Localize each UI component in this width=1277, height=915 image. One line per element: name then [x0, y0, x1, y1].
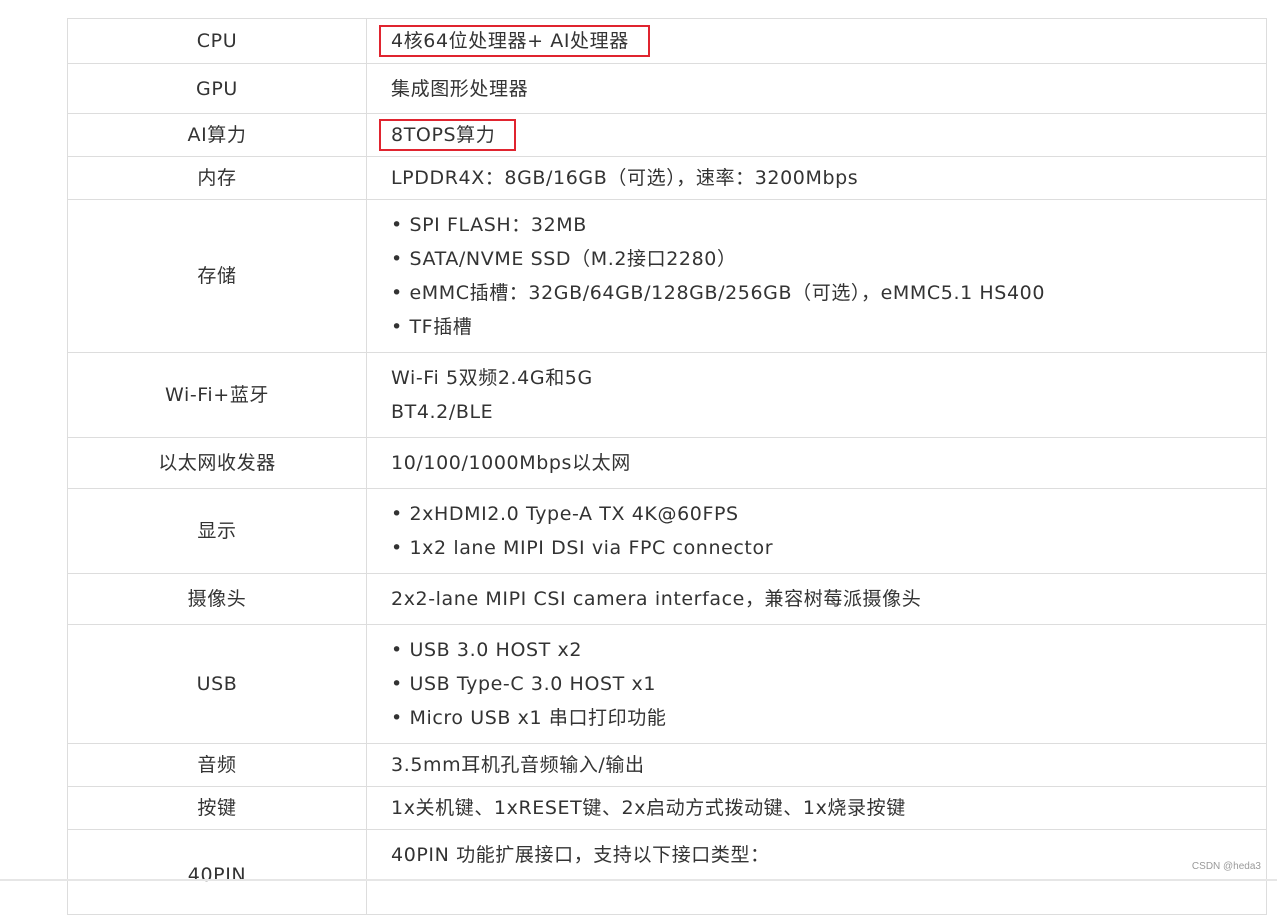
cell-text: BT4.2/BLE [391, 401, 494, 423]
list-item: SATA/NVME SSD（M.2接口2280） [391, 242, 1265, 276]
table-row: 以太网收发器 10/100/1000Mbps以太网 [67, 437, 1267, 489]
cell-text: 集成图形处理器 [391, 77, 529, 100]
highlight-box: 8TOPS算力 [379, 119, 517, 151]
list-item: eMMC插槽：32GB/64GB/128GB/256GB（可选），eMMC5.1… [391, 276, 1265, 310]
row-label: Wi-Fi+蓝牙 [67, 352, 367, 438]
row-label: 摄像头 [67, 573, 367, 625]
list-item: SPI FLASH：32MB [391, 208, 1265, 242]
row-label: 以太网收发器 [67, 437, 367, 489]
row-label: 40PIN [67, 829, 367, 915]
table-row: 按键 1x关机键、1xRESET键、2x启动方式拨动键、1x烧录按键 [67, 786, 1267, 830]
table-row: 显示 2xHDMI2.0 Type-A TX 4K@60FPS 1x2 lane… [67, 488, 1267, 574]
cell-text: Wi-Fi 5双频2.4G和5G [391, 367, 593, 389]
row-label: 显示 [67, 488, 367, 574]
table-row: USB USB 3.0 HOST x2 USB Type-C 3.0 HOST … [67, 624, 1267, 744]
cell-text: 40PIN 功能扩展接口，支持以下接口类型： [391, 844, 770, 866]
table-row: 40PIN 40PIN 功能扩展接口，支持以下接口类型： [67, 829, 1267, 915]
table-row: CPU 4核64位处理器+ AI处理器 [67, 18, 1267, 64]
row-label: GPU [67, 63, 367, 114]
cell-text: 1x关机键、1xRESET键、2x启动方式拨动键、1x烧录按键 [391, 797, 906, 819]
row-label: 按键 [67, 786, 367, 830]
list-item: Micro USB x1 串口打印功能 [391, 701, 1265, 735]
row-label: CPU [67, 18, 367, 64]
table-row: 存储 SPI FLASH：32MB SATA/NVME SSD（M.2接口228… [67, 199, 1267, 353]
list-item: TF插槽 [391, 310, 1265, 344]
row-label: 存储 [67, 199, 367, 353]
watermark: CSDN @heda3 [1191, 861, 1261, 872]
list-item: 1x2 lane MIPI DSI via FPC connector [391, 531, 1265, 565]
table-row: Wi-Fi+蓝牙 Wi-Fi 5双频2.4G和5G BT4.2/BLE [67, 352, 1267, 438]
row-label: USB [67, 624, 367, 744]
row-label: 内存 [67, 156, 367, 200]
row-label: 音频 [67, 743, 367, 787]
cell-text: 4核64位处理器+ AI处理器 [391, 30, 629, 52]
list-item: USB Type-C 3.0 HOST x1 [391, 667, 1265, 701]
highlight-box: 4核64位处理器+ AI处理器 [379, 25, 650, 57]
table-row: 内存 LPDDR4X：8GB/16GB（可选），速率：3200Mbps [67, 156, 1267, 200]
table-row: GPU 集成图形处理器 [67, 63, 1267, 114]
table-row: 摄像头 2x2-lane MIPI CSI camera interface，兼… [67, 573, 1267, 625]
row-label: AI算力 [67, 113, 367, 157]
table-row: 音频 3.5mm耳机孔音频输入/输出 [67, 743, 1267, 787]
cell-text: 10/100/1000Mbps以太网 [391, 452, 631, 474]
cell-text: 3.5mm耳机孔音频输入/输出 [391, 754, 645, 776]
cell-text: 8TOPS算力 [391, 124, 496, 146]
spec-table: CPU 4核64位处理器+ AI处理器 GPU 集成图形处理器 AI算力 8TO… [67, 18, 1267, 915]
cell-text: LPDDR4X：8GB/16GB（可选），速率：3200Mbps [391, 167, 859, 189]
list-item: USB 3.0 HOST x2 [391, 633, 1265, 667]
table-row: AI算力 8TOPS算力 [67, 113, 1267, 157]
cell-text: 2x2-lane MIPI CSI camera interface，兼容树莓派… [391, 588, 922, 610]
list-item: 2xHDMI2.0 Type-A TX 4K@60FPS [391, 497, 1265, 531]
